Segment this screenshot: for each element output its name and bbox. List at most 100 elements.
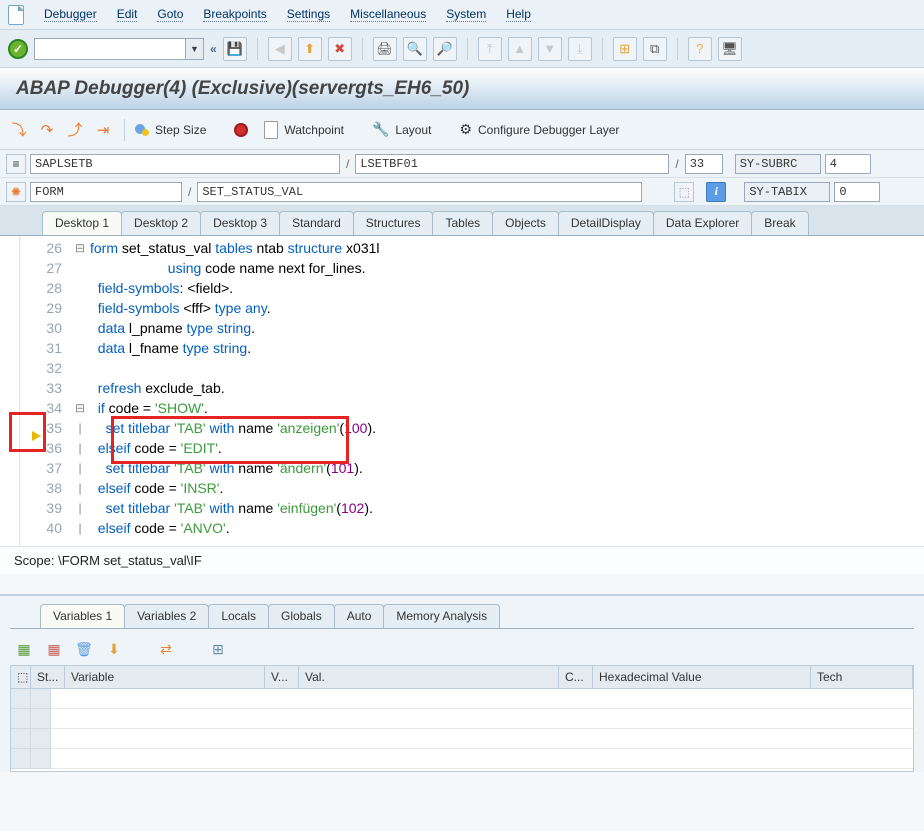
tab-break[interactable]: Break	[751, 211, 808, 235]
layer-icon[interactable]: ⬚	[674, 182, 694, 202]
command-field[interactable]: ▼	[34, 38, 204, 60]
new-session-icon[interactable]: ⊞	[613, 37, 637, 61]
slash-2: /	[673, 157, 680, 171]
tab-tables[interactable]: Tables	[432, 211, 493, 235]
current-line-arrow-icon	[32, 431, 41, 441]
tab-desktop-1[interactable]: Desktop 1	[42, 211, 122, 235]
menu-misc[interactable]: Miscellaneous	[350, 7, 426, 22]
exchange-icon[interactable]: ⇄	[156, 639, 176, 659]
col-c[interactable]: C...	[559, 666, 593, 688]
layout-icon[interactable]: 🖥	[718, 37, 742, 61]
tab-variables-2[interactable]: Variables 2	[124, 604, 209, 628]
slash-3: /	[186, 185, 193, 199]
kind-field[interactable]: FORM	[30, 182, 182, 202]
print-icon[interactable]: 🖨	[373, 37, 397, 61]
continue-icon[interactable]: ⇥	[92, 119, 114, 141]
col-v[interactable]: V...	[265, 666, 299, 688]
back-icon[interactable]: ◀	[268, 37, 292, 61]
code-area[interactable]: form set_status_val tables ntab structur…	[90, 236, 924, 546]
step-size-label[interactable]: Step Size	[155, 123, 206, 137]
download-icon[interactable]: ⬇	[104, 639, 124, 659]
menu-bar: Debugger Edit Goto Breakpoints Settings …	[0, 0, 924, 30]
ok-icon[interactable]: ✓	[8, 39, 28, 59]
page-title: ABAP Debugger(4) (Exclusive)(servergts_E…	[0, 68, 924, 110]
subrc-value: 4	[825, 154, 871, 174]
grid-body[interactable]	[11, 689, 913, 771]
menu-goto[interactable]: Goto	[157, 7, 183, 22]
col-tech[interactable]: Tech	[811, 666, 913, 688]
grid-remove-icon[interactable]: ▦	[44, 639, 64, 659]
step-into-icon[interactable]: ⤵	[8, 119, 30, 141]
configure-icon[interactable]: ⚙	[459, 121, 472, 138]
watchpoint-doc-icon[interactable]	[264, 121, 278, 139]
tab-data-explorer[interactable]: Data Explorer	[653, 211, 752, 235]
find-next-icon[interactable]: 🔎	[433, 37, 457, 61]
event-icon[interactable]: ✺	[6, 182, 26, 202]
next-page-icon[interactable]: ▼	[538, 37, 562, 61]
trash-icon[interactable]: 🗑	[74, 639, 94, 659]
scope-label: Scope: \FORM set_status_val\IF	[0, 546, 924, 574]
save-icon[interactable]: 💾	[223, 37, 247, 61]
program-field[interactable]: SAPLSETB	[30, 154, 340, 174]
watchpoint-label[interactable]: Watchpoint	[284, 123, 344, 137]
tab-memory[interactable]: Memory Analysis	[383, 604, 500, 628]
menu-settings[interactable]: Settings	[287, 7, 330, 22]
configure-label[interactable]: Configure Debugger Layer	[478, 123, 619, 137]
line-numbers: 262728293031323334353637383940	[20, 236, 70, 546]
menu-edit[interactable]: Edit	[117, 7, 138, 22]
info-icon[interactable]: i	[706, 182, 726, 202]
line-field[interactable]: 33	[685, 154, 723, 174]
col-variable[interactable]: Variable	[65, 666, 265, 688]
exit-icon[interactable]: ⬆	[298, 37, 322, 61]
subrc-label: SY-SUBRC	[735, 154, 821, 174]
shortcut-icon[interactable]: ⧉	[643, 37, 667, 61]
first-page-icon[interactable]: ⤒	[478, 37, 502, 61]
menu-debugger[interactable]: Debugger	[44, 7, 97, 22]
tab-desktop-2[interactable]: Desktop 2	[121, 211, 201, 235]
tab-locals[interactable]: Locals	[208, 604, 269, 628]
tab-detail-display[interactable]: DetailDisplay	[558, 211, 654, 235]
menu-breakpoints[interactable]: Breakpoints	[203, 7, 266, 22]
layout-grid-icon[interactable]: ⊞	[208, 639, 228, 659]
variables-toolbar: ▦ ▦ 🗑 ⬇ ⇄ ⊞	[10, 629, 914, 665]
document-icon[interactable]	[8, 5, 24, 25]
col-hex[interactable]: Hexadecimal Value	[593, 666, 811, 688]
tabix-label: SY-TABIX	[744, 182, 830, 202]
code-editor: 262728293031323334353637383940 ⊟ ⊟||||||…	[0, 236, 924, 546]
chevrons-collapse[interactable]: «	[210, 42, 217, 56]
menu-system[interactable]: System	[446, 7, 486, 22]
include-field[interactable]: LSETBF01	[355, 154, 669, 174]
grid-add-icon[interactable]: ▦	[14, 639, 34, 659]
step-size-icon[interactable]	[135, 124, 149, 136]
breakpoint-gutter[interactable]	[0, 236, 20, 546]
tab-desktop-3[interactable]: Desktop 3	[200, 211, 280, 235]
stack-icon[interactable]: ≡	[6, 154, 26, 174]
stop-icon[interactable]	[234, 123, 248, 137]
col-val[interactable]: Val.	[299, 666, 559, 688]
col-selector[interactable]: ⬚	[11, 666, 31, 688]
col-status[interactable]: St...	[31, 666, 65, 688]
form-name-field[interactable]: SET_STATUS_VAL	[197, 182, 642, 202]
cancel-icon[interactable]: ✖	[328, 37, 352, 61]
step-return-icon[interactable]: ⤴	[64, 119, 86, 141]
program-row: ≡ SAPLSETB / LSETBF01 / 33 SY-SUBRC 4	[0, 150, 924, 178]
variables-panel: Variables 1 Variables 2 Locals Globals A…	[0, 594, 924, 772]
layout-label[interactable]: Layout	[395, 123, 431, 137]
debugger-toolbar: ⤵ ↷ ⤴ ⇥ Step Size Watchpoint 🔧 Layout ⚙ …	[0, 110, 924, 150]
fold-column[interactable]: ⊟ ⊟||||||	[70, 236, 90, 546]
menu-help[interactable]: Help	[506, 7, 531, 22]
tab-globals[interactable]: Globals	[268, 604, 335, 628]
tab-structures[interactable]: Structures	[353, 211, 434, 235]
tab-variables-1[interactable]: Variables 1	[40, 604, 125, 628]
tab-auto[interactable]: Auto	[334, 604, 385, 628]
layout-icon-2[interactable]: 🔧	[372, 121, 389, 138]
variables-grid[interactable]: ⬚ St... Variable V... Val. C... Hexadeci…	[10, 665, 914, 772]
tab-objects[interactable]: Objects	[492, 211, 559, 235]
last-page-icon[interactable]: ⤓	[568, 37, 592, 61]
step-over-icon[interactable]: ↷	[36, 119, 58, 141]
tab-standard[interactable]: Standard	[279, 211, 354, 235]
help-icon[interactable]: ?	[688, 37, 712, 61]
variables-tabs: Variables 1 Variables 2 Locals Globals A…	[10, 596, 914, 629]
find-icon[interactable]: 🔍	[403, 37, 427, 61]
prev-page-icon[interactable]: ▲	[508, 37, 532, 61]
